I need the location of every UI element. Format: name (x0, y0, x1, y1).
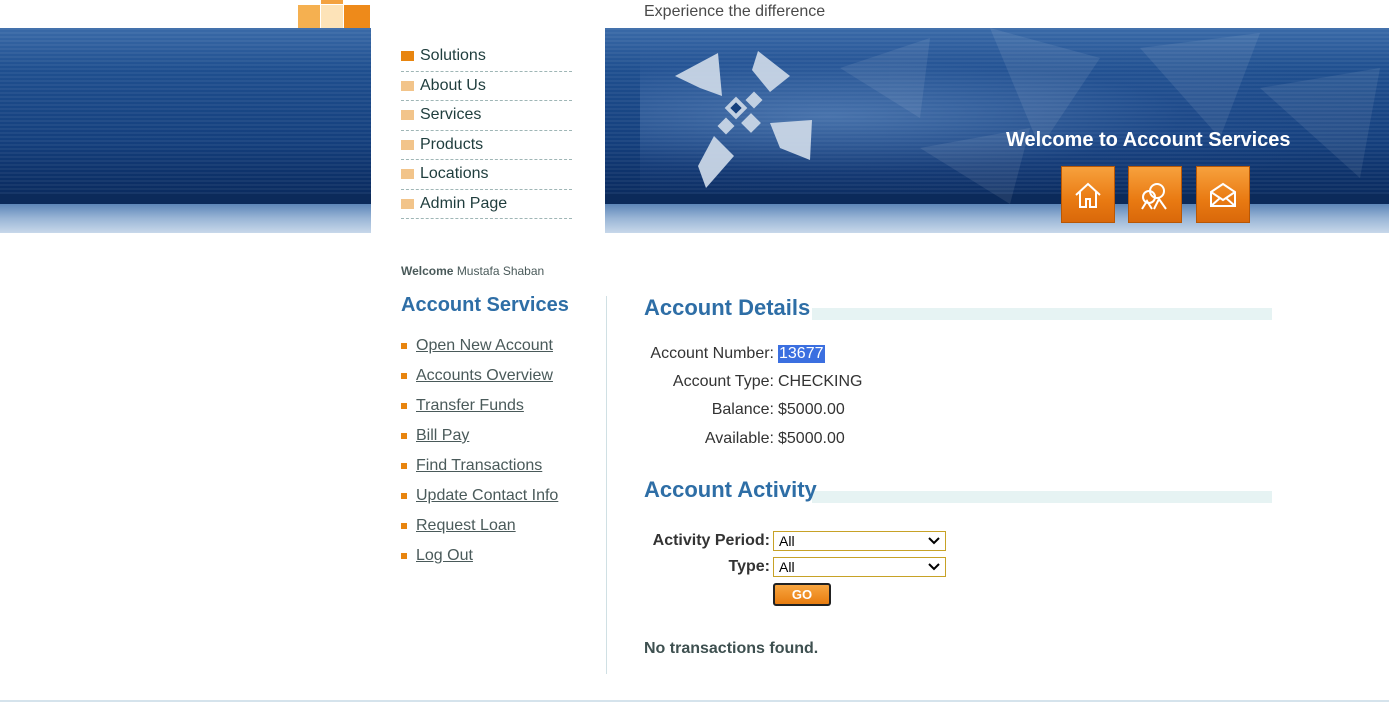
account-activity-title: Account Activity (644, 477, 817, 502)
nav-item-admin-page[interactable]: Admin Page (401, 190, 572, 219)
account-type-value: CHECKING (778, 373, 863, 390)
home-icon (1075, 182, 1101, 208)
sidebar-item-open-new-account: Open New Account (401, 331, 558, 361)
activity-period-select[interactable]: All (773, 531, 946, 551)
welcome-label: Welcome (401, 264, 454, 278)
contact-button[interactable] (1128, 166, 1182, 223)
sidebar-item-transfer-funds: Transfer Funds (401, 391, 558, 421)
mail-icon (1210, 182, 1236, 207)
section-underline (812, 308, 1272, 320)
go-button[interactable]: GO (773, 583, 831, 606)
footer-divider (0, 700, 1389, 702)
arrows-graphic-icon (675, 51, 812, 188)
column-divider (606, 296, 607, 674)
main-nav-panel: Solutions About Us Services Products Loc… (371, 28, 605, 258)
logo (298, 0, 372, 28)
nav-item-about-us[interactable]: About Us (401, 72, 572, 101)
activity-period-label: Activity Period: (652, 532, 770, 549)
transaction-type-value: All (779, 559, 795, 575)
update-contact-info-link[interactable]: Update Contact Info (416, 487, 558, 505)
available-value: $5000.00 (778, 430, 845, 447)
bill-pay-link[interactable]: Bill Pay (416, 427, 469, 445)
nav-item-solutions[interactable]: Solutions (401, 42, 572, 72)
sidebar-item-bill-pay: Bill Pay (401, 421, 558, 451)
accounts-overview-link[interactable]: Accounts Overview (416, 367, 553, 385)
account-number-label: Account Number: (650, 345, 774, 362)
main-nav: Solutions About Us Services Products Loc… (401, 42, 572, 219)
request-loan-link[interactable]: Request Loan (416, 517, 516, 535)
available-label: Available: (704, 430, 774, 447)
account-services-menu: Open New Account Accounts Overview Trans… (401, 331, 558, 571)
transaction-type-select[interactable]: All (773, 557, 946, 577)
contact-icon (1141, 182, 1167, 210)
sidebar-item-find-transactions: Find Transactions (401, 451, 558, 481)
activity-period-value: All (779, 533, 795, 549)
user-name: Mustafa Shaban (456, 264, 545, 278)
sidebar-title: Account Services (401, 294, 569, 316)
nav-item-services[interactable]: Services (401, 101, 572, 131)
balance-value: $5000.00 (778, 401, 845, 418)
section-underline (812, 491, 1272, 503)
no-transactions-message: No transactions found. (644, 640, 819, 657)
log-out-link[interactable]: Log Out (416, 547, 473, 565)
home-button[interactable] (1061, 166, 1115, 223)
find-transactions-link[interactable]: Find Transactions (416, 457, 542, 475)
account-type-label: Account Type: (672, 373, 774, 390)
type-label: Type: (728, 558, 770, 575)
chevron-down-icon (928, 533, 940, 552)
email-button[interactable] (1196, 166, 1250, 223)
account-details-title: Account Details (644, 295, 811, 320)
open-new-account-link[interactable]: Open New Account (416, 337, 553, 355)
banner-welcome-text: Welcome to Account Services (1006, 129, 1291, 151)
welcome-user: Welcome Mustafa Shaban (401, 264, 544, 278)
account-number-value: 13677 (778, 345, 825, 363)
nav-item-locations[interactable]: Locations (401, 160, 572, 190)
chevron-down-icon (928, 559, 940, 578)
transfer-funds-link[interactable]: Transfer Funds (416, 397, 524, 415)
sidebar-item-log-out: Log Out (401, 541, 558, 571)
sidebar-item-update-contact-info: Update Contact Info (401, 481, 558, 511)
header-banner: Welcome to Account Services (0, 28, 1389, 233)
sidebar-item-accounts-overview: Accounts Overview (401, 361, 558, 391)
sidebar-item-request-loan: Request Loan (401, 511, 558, 541)
tagline: Experience the difference (644, 3, 826, 20)
nav-item-products[interactable]: Products (401, 131, 572, 160)
balance-label: Balance: (711, 401, 774, 418)
